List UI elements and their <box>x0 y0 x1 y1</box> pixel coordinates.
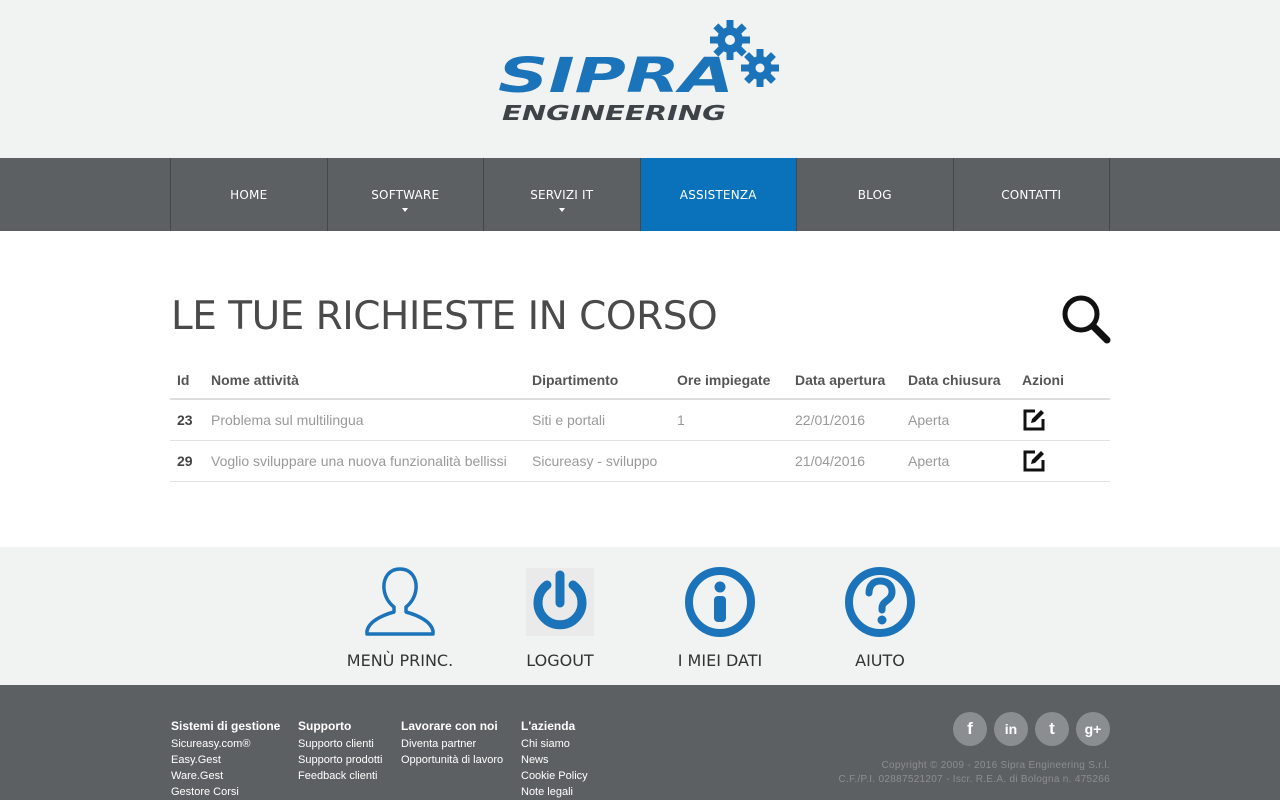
nav-item-home[interactable]: HOME <box>171 158 328 231</box>
logout-label: LOGOUT <box>526 651 594 670</box>
footer-link[interactable]: Note legali <box>521 784 588 800</box>
cell-hours: 1 <box>670 399 788 441</box>
nav-item-label: CONTATTI <box>1001 188 1062 202</box>
facebook-icon[interactable]: f <box>953 712 987 746</box>
caret-down-icon <box>558 208 565 212</box>
vat-line: C.F./P.I. 02887521207 - Iscr. R.E.A. di … <box>838 774 1110 785</box>
nav-item-label: BLOG <box>857 188 892 202</box>
nav-item-label: SOFTWARE <box>371 188 440 202</box>
cell-hours <box>670 440 788 482</box>
requests-table: Id Nome attività Dipartimento Ore impiegate… <box>170 362 1110 482</box>
column-header[interactable]: Azioni <box>1015 362 1110 400</box>
search-icon[interactable] <box>1060 293 1112 345</box>
table-header-row: Id Nome attività Dipartimento Ore impiegate… <box>170 362 1110 400</box>
site-header: SIPRA ENGINEERING <box>0 0 1280 158</box>
column-header[interactable]: Id <box>170 362 204 400</box>
footer-link[interactable]: Opportunità di lavoro <box>401 752 503 768</box>
help-label: AIUTO <box>855 651 905 670</box>
cell-name: Voglio sviluppare una nuova funzionalità… <box>204 440 525 482</box>
table-row[interactable]: 29 Voglio sviluppare una nuova funzionali… <box>170 440 1110 482</box>
nav-item-label: HOME <box>230 188 268 202</box>
main-menu-label: MENÙ PRINC. <box>346 651 454 670</box>
sipra-logo[interactable]: SIPRA ENGINEERING <box>498 14 782 126</box>
caret-down-icon <box>402 208 409 212</box>
google-plus-icon[interactable]: g+ <box>1076 712 1110 746</box>
footer-link[interactable]: Chi siamo <box>521 736 588 752</box>
edit-icon[interactable] <box>1022 449 1046 473</box>
linkedin-icon[interactable]: in <box>994 712 1028 746</box>
column-header[interactable]: Dipartimento <box>525 362 670 400</box>
footer-link[interactable]: Sicureasy.com® <box>171 736 280 752</box>
cell-opened: 21/04/2016 <box>788 440 901 482</box>
footer-link[interactable]: Gestore Corsi <box>171 784 280 800</box>
help-icon <box>845 567 915 637</box>
footer-column-title: Sistemi di gestione <box>171 719 281 733</box>
cell-id: 29 <box>170 440 204 482</box>
my-data-button[interactable]: I MIEI DATI <box>640 565 800 670</box>
cell-closed: Aperta <box>901 440 1015 482</box>
cell-id: 23 <box>170 399 204 441</box>
column-header[interactable]: Data chiusura <box>901 362 1015 400</box>
footer-link[interactable]: Supporto prodotti <box>298 752 382 768</box>
main-navigation: HOME SOFTWARE SERVIZI IT ASSISTENZA BLOG CONT… <box>0 158 1280 231</box>
site-footer: Sistemi di gestione Sicureasy.com® Easy.Ge… <box>0 685 1280 800</box>
column-header[interactable]: Ore impiegate <box>670 362 788 400</box>
footer-column-title: Lavorare con noi <box>401 719 498 733</box>
my-data-label: I MIEI DATI <box>677 651 763 670</box>
cell-opened: 22/01/2016 <box>788 399 901 441</box>
logout-button[interactable]: LOGOUT <box>480 565 640 670</box>
cell-actions <box>1015 440 1110 482</box>
user-icon <box>365 567 435 636</box>
quick-actions-bar: MENÙ PRINC. LOGOUT I MIEI DATI AIUTO <box>0 547 1280 685</box>
cell-department: Sicureasy - sviluppo <box>525 440 670 482</box>
nav-item-servizi-it[interactable]: SERVIZI IT <box>484 158 641 231</box>
column-header[interactable]: Data apertura <box>788 362 901 400</box>
cell-closed: Aperta <box>901 399 1015 441</box>
nav-item-label: ASSISTENZA <box>679 188 757 202</box>
column-header[interactable]: Nome attività <box>204 362 525 400</box>
footer-column-management: Sistemi di gestione Sicureasy.com® Easy.Ge… <box>171 719 280 800</box>
copyright-line: Copyright © 2009 - 2016 Sipra Engineerin… <box>881 760 1110 771</box>
footer-link[interactable]: Diventa partner <box>401 736 503 752</box>
power-icon <box>526 568 594 636</box>
nav-item-label: SERVIZI IT <box>530 188 594 202</box>
footer-link[interactable]: Cookie Policy <box>521 768 588 784</box>
footer-column-title: L'azienda <box>521 719 576 733</box>
cell-actions <box>1015 399 1110 441</box>
footer-column-careers: Lavorare con noi Diventa partner Opportuni… <box>401 719 503 768</box>
nav-item-software[interactable]: SOFTWARE <box>328 158 484 231</box>
footer-column-support: Supporto Supporto clienti Supporto prodott… <box>298 719 382 784</box>
nav-item-assistenza[interactable]: ASSISTENZA <box>640 158 797 231</box>
footer-link[interactable]: Ware.Gest <box>171 768 280 784</box>
main-menu-button[interactable]: MENÙ PRINC. <box>320 565 480 670</box>
nav-item-contatti[interactable]: CONTATTI <box>954 158 1110 231</box>
logo-wordmark: SIPRA <box>498 48 734 104</box>
info-icon <box>685 567 755 637</box>
twitter-icon[interactable]: t <box>1035 712 1069 746</box>
page-title: LE TUE RICHIESTE IN CORSO <box>171 294 718 339</box>
footer-column-title: Supporto <box>298 719 352 733</box>
footer-link[interactable]: News <box>521 752 588 768</box>
edit-icon[interactable] <box>1022 408 1046 432</box>
copyright: Copyright © 2009 - 2016 Sipra Engineerin… <box>838 759 1110 787</box>
cell-department: Siti e portali <box>525 399 670 441</box>
footer-link[interactable]: Feedback clienti <box>298 768 382 784</box>
nav-item-blog[interactable]: BLOG <box>797 158 954 231</box>
help-button[interactable]: AIUTO <box>800 565 960 670</box>
nav-menu: HOME SOFTWARE SERVIZI IT ASSISTENZA BLOG CONT… <box>170 158 1110 231</box>
footer-column-company: L'azienda Chi siamo News Cookie Policy Note … <box>521 719 588 800</box>
logo-subtitle: ENGINEERING <box>502 101 726 125</box>
footer-link[interactable]: Supporto clienti <box>298 736 382 752</box>
table-row[interactable]: 23 Problema sul multilingua Siti e portali… <box>170 399 1110 441</box>
cell-name: Problema sul multilingua <box>204 399 525 441</box>
footer-link[interactable]: Easy.Gest <box>171 752 280 768</box>
